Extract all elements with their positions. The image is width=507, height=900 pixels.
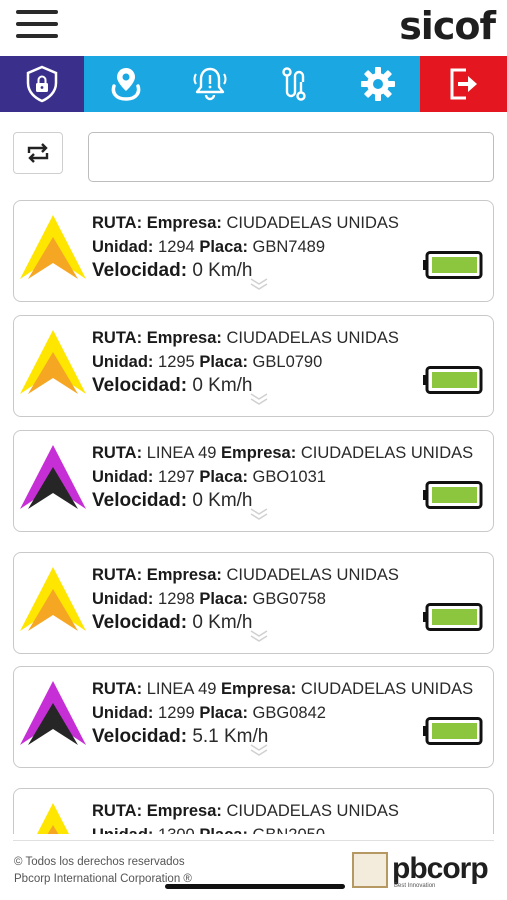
logo-text: sicof	[399, 4, 496, 48]
chevron-down-icon[interactable]	[248, 743, 270, 757]
vehicle-card[interactable]: RUTA: Empresa: CIUDADELAS UNIDAS Unidad:…	[13, 200, 494, 302]
plate-value: GBO1031	[252, 468, 326, 486]
yellow-marker-icon	[20, 330, 86, 394]
location-pin-icon	[111, 68, 141, 101]
unit-value: 1295	[158, 353, 195, 371]
nav-location[interactable]	[84, 56, 168, 112]
nav-settings[interactable]	[336, 56, 420, 112]
yellow-marker-icon	[20, 215, 86, 279]
route-value: LINEA 49	[146, 680, 217, 698]
copyright: © Todos los derechos reservados Pbcorp I…	[14, 854, 192, 888]
logout-icon	[450, 68, 477, 100]
company-value: CIUDADELAS UNIDAS	[226, 566, 399, 584]
chevron-down-icon[interactable]	[248, 277, 270, 291]
route-company-line: RUTA: Empresa: CIUDADELAS UNIDAS	[92, 214, 399, 232]
purple-marker-icon	[20, 681, 86, 745]
unit-value: 1297	[158, 468, 195, 486]
footer: © Todos los derechos reservados Pbcorp I…	[0, 834, 507, 900]
plate-value: GBN7489	[252, 238, 326, 256]
refresh-icon	[27, 143, 49, 163]
route-icon	[282, 67, 306, 101]
nav-routes[interactable]	[252, 56, 336, 112]
gear-icon	[361, 67, 395, 101]
battery-full-icon	[423, 481, 483, 509]
vehicle-card[interactable]: RUTA: Empresa: CIUDADELAS UNIDAS Unidad:…	[13, 788, 494, 834]
vehicle-card[interactable]: RUTA: Empresa: CIUDADELAS UNIDAS Unidad:…	[13, 552, 494, 654]
route-company-line: RUTA: LINEA 49 Empresa: CIUDADELAS UNIDA…	[92, 444, 474, 462]
search-input[interactable]	[88, 132, 494, 182]
brand-tagline: Best Innovation	[394, 883, 436, 889]
company-value: CIUDADELAS UNIDAS	[300, 680, 474, 698]
company-value: CIUDADELAS UNIDAS	[300, 444, 474, 462]
top-navbar	[0, 56, 507, 112]
nav-security[interactable]	[0, 56, 84, 112]
yellow-marker-icon	[37, 803, 69, 834]
battery-full-icon	[423, 366, 483, 394]
route-company-line: RUTA: Empresa: CIUDADELAS UNIDAS	[92, 566, 399, 584]
speed-value: 0 Km/h	[192, 490, 253, 511]
yellow-marker-icon	[20, 567, 86, 631]
battery-full-icon	[423, 251, 483, 279]
app-header: sicof	[0, 0, 507, 56]
speed-value: 0 Km/h	[192, 260, 253, 281]
shield-lock-icon	[26, 65, 58, 103]
unit-value: 1294	[158, 238, 195, 256]
chevron-down-icon[interactable]	[248, 629, 270, 643]
plate-value: GBL0790	[252, 353, 323, 371]
refresh-button[interactable]	[13, 132, 63, 174]
speed-value: 0 Km/h	[192, 375, 253, 396]
unit-value: 1298	[158, 590, 195, 608]
hamburger-menu-icon[interactable]	[16, 10, 58, 42]
chevron-down-icon[interactable]	[248, 392, 270, 406]
plate-value: GBG0758	[252, 590, 326, 608]
company-value: CIUDADELAS UNIDAS	[226, 802, 399, 820]
route-company-line: RUTA: Empresa: CIUDADELAS UNIDAS	[92, 802, 399, 820]
purple-marker-icon	[20, 445, 86, 509]
plate-value: GBG0842	[252, 704, 326, 722]
nav-logout[interactable]	[420, 56, 507, 112]
bell-alert-icon	[193, 67, 227, 101]
company-value: CIUDADELAS UNIDAS	[226, 329, 399, 347]
unit-value: 1300	[158, 826, 195, 834]
unit-value: 1299	[158, 704, 195, 722]
vehicle-card[interactable]: RUTA: Empresa: CIUDADELAS UNIDAS Unidad:…	[13, 315, 494, 417]
route-company-line: RUTA: LINEA 49 Empresa: CIUDADELAS UNIDA…	[92, 680, 474, 698]
copyright-line-1: © Todos los derechos reservados	[14, 856, 185, 868]
plate-value: GBN2050	[253, 826, 325, 834]
company-value: CIUDADELAS UNIDAS	[226, 214, 399, 232]
footer-divider	[13, 840, 494, 841]
vehicle-card[interactable]: RUTA: LINEA 49 Empresa: CIUDADELAS UNIDA…	[13, 430, 494, 532]
home-indicator	[165, 884, 345, 889]
vehicle-list: RUTA: Empresa: CIUDADELAS UNIDAS Unidad:…	[0, 200, 507, 834]
brand-emblem-icon	[352, 852, 388, 888]
battery-full-icon	[423, 717, 483, 745]
nav-alerts[interactable]	[168, 56, 252, 112]
app-logo: sicof	[399, 4, 496, 48]
brand-name: pbcorp	[392, 852, 489, 885]
brand-logo: pbcorp Best Innovation	[352, 852, 492, 892]
speed-value: 0 Km/h	[192, 612, 253, 633]
route-company-line: RUTA: Empresa: CIUDADELAS UNIDAS	[92, 329, 399, 347]
chevron-down-icon[interactable]	[248, 507, 270, 521]
unit-plate-line: Unidad: 1300 Placa: GBN2050	[92, 823, 492, 834]
battery-full-icon	[423, 603, 483, 631]
route-value: LINEA 49	[146, 444, 217, 462]
vehicle-card[interactable]: RUTA: LINEA 49 Empresa: CIUDADELAS UNIDA…	[13, 666, 494, 768]
